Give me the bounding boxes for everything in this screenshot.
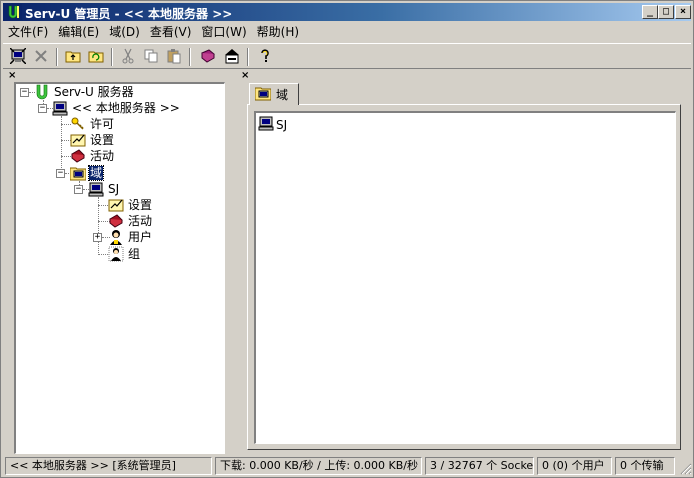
menu-edit[interactable]: 编辑(E) [53, 23, 104, 41]
disconnect-button[interactable] [30, 47, 52, 67]
copy-button[interactable] [140, 47, 162, 67]
tree-node-domains[interactable]: 域 [70, 165, 105, 181]
refresh-button[interactable] [85, 47, 107, 67]
tree-node-settings[interactable]: 设置 [70, 132, 115, 148]
serv-u-logo-icon [6, 4, 22, 20]
menu-window[interactable]: 窗口(W) [196, 23, 251, 41]
domain-computer-icon [254, 85, 272, 104]
tree-node-sj-settings[interactable]: 设置 [108, 197, 153, 213]
settings-icon [70, 132, 86, 148]
menu-file[interactable]: 文件(F) [3, 23, 53, 41]
tree-node-activity[interactable]: 活动 [70, 148, 115, 164]
computer-icon [258, 115, 274, 134]
up-folder-icon [65, 48, 81, 67]
computer-icon [52, 100, 68, 116]
menu-domain[interactable]: 域(D) [104, 23, 145, 41]
status-sockets: 3 / 32767 个 Socket [425, 457, 534, 475]
app-window: Serv-U 管理员 - << 本地服务器 >> _ □ × 文件(F) 编辑(… [0, 0, 694, 478]
status-transfers: 0 个传输 [615, 457, 675, 475]
activity-icon [108, 213, 124, 229]
maximize-button[interactable]: □ [658, 5, 674, 19]
server-tree-pane[interactable]: − − − − + Serv-U 服务器 << 本地服务器 >> 许可 设置 活… [14, 82, 225, 454]
close-button[interactable]: × [675, 5, 691, 19]
groups-icon [108, 246, 124, 262]
paste-icon [166, 48, 182, 67]
users-icon [108, 229, 124, 245]
status-transfer-rate: 下载: 0.000 KB/秒 / 上传: 0.000 KB/秒 [215, 457, 422, 475]
refresh-icon [88, 48, 104, 67]
menu-view[interactable]: 查看(V) [145, 23, 197, 41]
menu-help[interactable]: 帮助(H) [252, 23, 304, 41]
domains-collapse-toggle[interactable]: − [56, 169, 65, 178]
status-bar: << 本地服务器 >> [系统管理员] 下载: 0.000 KB/秒 / 上传:… [3, 456, 693, 476]
tree-node-sj-groups[interactable]: 组 [108, 246, 141, 262]
cut-icon [120, 48, 136, 67]
list-item[interactable]: SJ [258, 115, 287, 134]
menu-bar: 文件(F) 编辑(E) 域(D) 查看(V) 窗口(W) 帮助(H) [3, 22, 691, 42]
domain-list-pane[interactable]: SJ [254, 111, 676, 444]
computer-icon [88, 181, 104, 197]
wizard-icon [224, 48, 240, 67]
tree-node-local-server[interactable]: << 本地服务器 >> [52, 100, 181, 116]
connect-button[interactable] [7, 46, 29, 67]
pane-splitter[interactable] [229, 69, 235, 455]
right-pane-close-button[interactable]: × [241, 71, 249, 81]
copy-icon [143, 48, 159, 67]
server-collapse-toggle[interactable]: − [38, 104, 47, 113]
help-icon [257, 48, 273, 67]
server-tree: − − − − + Serv-U 服务器 << 本地服务器 >> 许可 设置 活… [16, 84, 224, 453]
users-expand-toggle[interactable]: + [93, 233, 102, 242]
tree-node-sj-activity[interactable]: 活动 [108, 213, 153, 229]
cut-button[interactable] [117, 47, 139, 67]
tab-domain[interactable]: 域 [249, 83, 299, 105]
left-pane-close-button[interactable]: × [8, 71, 16, 81]
activity-icon [70, 148, 86, 164]
disconnect-icon [33, 48, 49, 67]
connect-icon [9, 46, 27, 67]
resize-grip-icon[interactable] [680, 463, 692, 475]
window-title: Serv-U 管理员 - << 本地服务器 >> [25, 7, 233, 21]
book-icon [200, 48, 216, 67]
root-collapse-toggle[interactable]: − [20, 88, 29, 97]
wizard-button[interactable] [221, 47, 243, 67]
domain-computer-icon [70, 165, 86, 181]
key-icon [70, 116, 86, 132]
domain-sj-collapse-toggle[interactable]: − [74, 185, 83, 194]
book-button[interactable] [197, 47, 219, 67]
tree-node-license[interactable]: 许可 [70, 116, 115, 132]
selected-domains-label: 域 [87, 165, 105, 181]
settings-icon [108, 197, 124, 213]
status-users: 0 (0) 个用户 [537, 457, 612, 475]
up-folder-button[interactable] [62, 47, 84, 67]
help-button[interactable] [254, 47, 276, 67]
serv-u-icon [34, 84, 50, 100]
title-bar[interactable]: Serv-U 管理员 - << 本地服务器 >> _ □ × [3, 3, 691, 21]
tree-node-domain-sj[interactable]: SJ [88, 181, 120, 197]
tree-node-sj-users[interactable]: 用户 [108, 229, 153, 245]
minimize-button[interactable]: _ [642, 5, 658, 19]
paste-button[interactable] [163, 47, 185, 67]
toolbar [3, 43, 691, 69]
status-server: << 本地服务器 >> [系统管理员] [5, 457, 212, 475]
tree-node-root[interactable]: Serv-U 服务器 [34, 84, 135, 100]
